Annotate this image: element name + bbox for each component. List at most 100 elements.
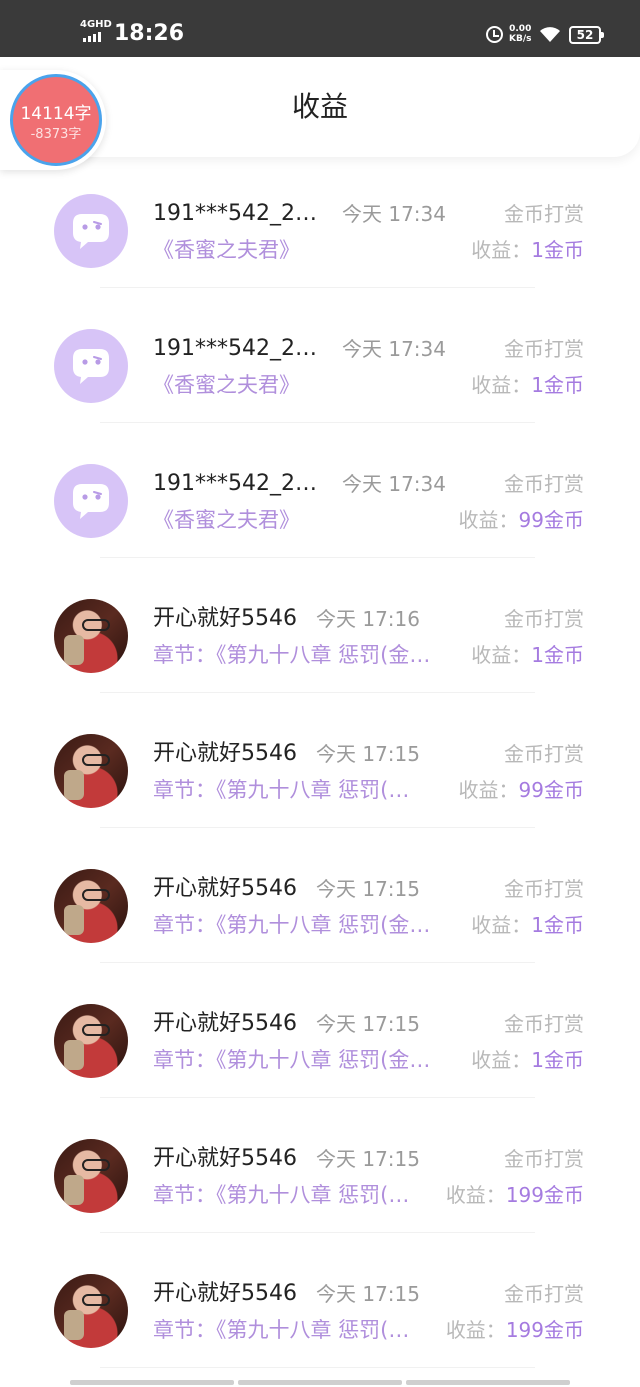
earning-row[interactable]: 开心就好5546 今天 17:15 金币打赏章节：《第九十八章 惩罚(金… 收益：1金… [0, 975, 640, 1110]
earning-label: 收益： [445, 1183, 506, 1207]
user-avatar[interactable] [54, 869, 128, 943]
earning-amount: 收益：1金币 [471, 642, 584, 668]
earning-value: 1金币 [531, 238, 584, 262]
earning-amount: 收益：1金币 [471, 237, 584, 263]
work-title[interactable]: 章节：《第九十八章 惩罚(… [153, 776, 409, 804]
user-avatar[interactable] [54, 1139, 128, 1213]
default-avatar-icon[interactable] [54, 464, 128, 538]
work-title[interactable]: 章节：《第九十八章 惩罚(金… [153, 911, 430, 939]
earning-type: 金币打赏 [504, 202, 584, 226]
earning-type: 金币打赏 [504, 607, 584, 631]
bottom-indicator [70, 1380, 570, 1385]
earning-type: 金币打赏 [504, 1012, 584, 1036]
earning-value: 99金币 [518, 508, 584, 532]
network-type: 4GHD [80, 19, 112, 30]
earning-label: 收益： [471, 1048, 532, 1072]
user-name: 191***542_2… [153, 336, 317, 361]
work-title[interactable]: 章节：《第九十八章 惩罚(金… [153, 1046, 430, 1074]
earning-label: 收益： [445, 1318, 506, 1342]
earning-type: 金币打赏 [504, 1147, 584, 1171]
user-avatar[interactable] [54, 599, 128, 673]
earning-amount: 收益：99金币 [459, 507, 584, 533]
word-count-total: 14114字 [20, 104, 92, 124]
earning-label: 收益： [458, 778, 519, 802]
earnings-list: 191***542_2… 今天 17:34 金币打赏 《香蜜之夫君》 收益：1金币 191… [0, 165, 640, 1380]
earning-amount: 收益：1金币 [471, 372, 584, 398]
earning-value: 199金币 [505, 1318, 584, 1342]
work-title[interactable]: 章节：《第九十八章 惩罚(… [153, 1316, 409, 1344]
earning-row[interactable]: 开心就好5546 今天 17:15 金币打赏章节：《第九十八章 惩罚(… 收益：99金… [0, 705, 640, 840]
record-time: 今天 17:34 [342, 472, 446, 496]
network-speed: 0.00 KB/s [509, 24, 531, 44]
word-count-diff: -8373字 [30, 127, 82, 142]
earning-label: 收益： [458, 508, 519, 532]
work-title[interactable]: 章节：《第九十八章 惩罚(… [153, 1181, 409, 1209]
work-title[interactable]: 《香蜜之夫君》 [153, 506, 300, 534]
divider [100, 962, 535, 963]
record-time: 今天 17:34 [342, 202, 446, 226]
user-name: 开心就好5546 [153, 1281, 297, 1306]
earning-value: 1金币 [531, 1048, 584, 1072]
user-name: 开心就好5546 [153, 606, 297, 631]
earning-row[interactable]: 开心就好5546 今天 17:15 金币打赏章节：《第九十八章 惩罚(金… 收益：1金… [0, 840, 640, 975]
earning-label: 收益： [471, 643, 532, 667]
work-title[interactable]: 《香蜜之夫君》 [153, 236, 300, 264]
divider [100, 1097, 535, 1098]
user-avatar[interactable] [54, 734, 128, 808]
earning-value: 1金币 [531, 373, 584, 397]
record-time: 今天 17:15 [316, 1282, 420, 1306]
status-bar: 4GHD 18:26 0.00 KB/s 52 [0, 0, 640, 57]
earning-value: 199金币 [505, 1183, 584, 1207]
earning-amount: 收益：1金币 [471, 1047, 584, 1073]
user-avatar[interactable] [54, 1274, 128, 1348]
word-count-badge[interactable]: 14114字 -8373字 [10, 74, 102, 166]
earning-row[interactable]: 191***542_2… 今天 17:34 金币打赏 《香蜜之夫君》 收益：1金币 [0, 300, 640, 435]
work-title[interactable]: 章节：《第九十八章 惩罚(金… [153, 641, 430, 669]
earning-amount: 收益：1金币 [471, 912, 584, 938]
earning-row[interactable]: 开心就好5546 今天 17:15 金币打赏章节：《第九十八章 惩罚(… 收益：199… [0, 1245, 640, 1380]
default-avatar-icon[interactable] [54, 194, 128, 268]
earning-type: 金币打赏 [504, 472, 584, 496]
default-avatar-icon[interactable] [54, 329, 128, 403]
earning-row[interactable]: 开心就好5546 今天 17:15 金币打赏章节：《第九十八章 惩罚(… 收益：199… [0, 1110, 640, 1245]
user-name: 开心就好5546 [153, 1011, 297, 1036]
divider [100, 422, 535, 423]
earning-row[interactable]: 191***542_2… 今天 17:34 金币打赏《香蜜之夫君》 收益：99金币 [0, 435, 640, 570]
earning-amount: 收益：199金币 [446, 1182, 584, 1208]
user-avatar[interactable] [54, 1004, 128, 1078]
wifi-icon [540, 27, 560, 42]
earning-label: 收益： [471, 238, 532, 262]
user-name: 191***542_2… [153, 471, 317, 496]
divider [100, 1367, 535, 1368]
earning-type: 金币打赏 [504, 1282, 584, 1306]
earning-amount: 收益：199金币 [446, 1317, 584, 1343]
earning-value: 1金币 [531, 913, 584, 937]
earning-type: 金币打赏 [504, 742, 584, 766]
speed-unit: KB/s [509, 34, 532, 44]
earning-row[interactable]: 开心就好5546 今天 17:16 金币打赏 章节：《第九十八章 惩罚(金… 收益：1金… [0, 570, 640, 705]
earning-type: 金币打赏 [504, 877, 584, 901]
divider [100, 1232, 535, 1233]
record-time: 今天 17:15 [316, 742, 420, 766]
earning-amount: 收益：99金币 [459, 777, 584, 803]
user-name: 开心就好5546 [153, 741, 297, 766]
divider [100, 692, 535, 693]
earning-label: 收益： [471, 373, 532, 397]
alarm-icon [486, 26, 503, 43]
user-name: 开心就好5546 [153, 876, 297, 901]
divider [100, 287, 535, 288]
divider [100, 827, 535, 828]
user-name: 191***542_2… [153, 201, 317, 226]
record-time: 今天 17:15 [316, 1147, 420, 1171]
record-time: 今天 17:34 [342, 337, 446, 361]
word-count-widget[interactable]: 14114字 -8373字 [0, 70, 106, 170]
record-time: 今天 17:15 [316, 877, 420, 901]
battery-icon: 52 [569, 26, 604, 44]
clock: 18:26 [114, 21, 185, 46]
earning-value: 1金币 [531, 643, 584, 667]
speed-value: 0.00 [509, 24, 532, 34]
earning-row[interactable]: 191***542_2… 今天 17:34 金币打赏《香蜜之夫君》 收益：1金币 [0, 165, 640, 300]
user-name: 开心就好5546 [153, 1146, 297, 1171]
record-time: 今天 17:15 [316, 1012, 420, 1036]
work-title[interactable]: 《香蜜之夫君》 [153, 371, 300, 399]
